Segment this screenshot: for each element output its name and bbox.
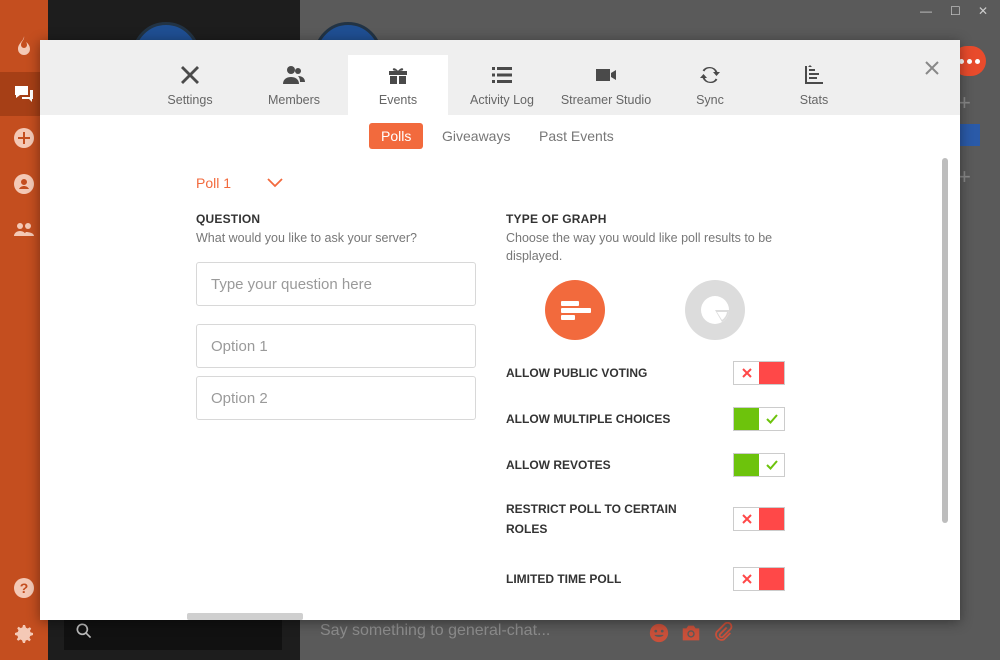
horizontal-scrollbar-thumb[interactable] [187, 613, 303, 620]
camera-icon[interactable] [680, 622, 702, 644]
stats-icon [805, 65, 823, 84]
subtab-polls[interactable]: Polls [369, 123, 424, 149]
settings-gear-icon[interactable] [8, 618, 40, 650]
subtab-past-events[interactable]: Past Events [527, 123, 626, 149]
poll-dropdown-value: Poll 1 [196, 175, 232, 191]
poll-dropdown[interactable]: Poll 1 [196, 175, 283, 191]
sync-user-icon[interactable] [8, 168, 40, 200]
question-title: QUESTION [196, 212, 261, 226]
option-label: RESTRICT POLL TO CERTAIN ROLES [506, 502, 677, 536]
tab-label: Sync [696, 93, 724, 107]
tab-activity-log[interactable]: Activity Log [452, 55, 552, 115]
public-voting-toggle[interactable] [733, 361, 785, 385]
tab-label: Members [267, 93, 321, 107]
tab-label: Settings [167, 93, 213, 107]
bar-graph-icon [561, 301, 591, 320]
x-icon [741, 368, 752, 378]
list-icon [492, 67, 512, 83]
tab-sync[interactable]: Sync [660, 55, 760, 115]
revotes-toggle[interactable] [733, 453, 785, 477]
graph-type-title: TYPE OF GRAPH [506, 212, 607, 226]
vertical-scrollbar-thumb[interactable] [942, 158, 948, 523]
option-label: ALLOW MULTIPLE CHOICES [506, 412, 671, 426]
subtab-giveaways[interactable]: Giveaways [430, 123, 522, 149]
tab-streamer-studio[interactable]: Streamer Studio [556, 55, 656, 115]
friends-icon[interactable] [8, 214, 40, 246]
chat-bubbles-icon[interactable] [8, 78, 40, 110]
option-label: ALLOW REVOTES [506, 458, 611, 472]
tab-label: Stats [799, 93, 829, 107]
gift-icon [389, 68, 407, 84]
pie-graph-icon [701, 296, 729, 324]
window-close-icon[interactable]: ✕ [978, 4, 988, 18]
restrict-roles-toggle[interactable] [733, 507, 785, 531]
blue-tag [958, 124, 980, 146]
svg-text:?: ? [20, 580, 29, 596]
server-settings-modal: Settings Members Events Activity Log Str… [40, 40, 960, 620]
x-icon [741, 574, 752, 584]
tab-events[interactable]: Events [348, 55, 448, 115]
close-modal-button[interactable] [922, 58, 942, 78]
multiple-choices-toggle[interactable] [733, 407, 785, 431]
check-icon [765, 460, 778, 470]
option-label: LIMITED TIME POLL [506, 572, 622, 586]
option-label: ALLOW PUBLIC VOTING [506, 366, 648, 380]
help-icon[interactable]: ? [8, 572, 40, 604]
check-icon [765, 414, 778, 424]
tab-label: Activity Log [470, 93, 534, 107]
option-1-input[interactable] [196, 324, 476, 368]
bar-graph-button[interactable] [545, 280, 605, 340]
tab-stats[interactable]: Stats [764, 55, 864, 115]
sync-icon [700, 66, 720, 84]
x-icon [741, 514, 752, 524]
emoji-icon[interactable] [648, 622, 670, 644]
chat-input[interactable]: Say something to general-chat... [320, 622, 550, 640]
tools-icon [181, 66, 199, 84]
flame-logo-icon[interactable] [8, 30, 40, 62]
minimize-icon[interactable]: — [920, 4, 932, 18]
tab-members[interactable]: Members [244, 55, 344, 115]
attachment-icon[interactable] [712, 622, 734, 644]
add-server-icon[interactable] [8, 122, 40, 154]
pie-graph-button[interactable] [685, 280, 745, 340]
members-icon [283, 66, 305, 84]
chevron-down-icon [267, 178, 283, 188]
close-icon [925, 61, 939, 75]
question-input[interactable] [196, 262, 476, 306]
graph-type-subtitle: Choose the way you would like poll resul… [506, 231, 773, 263]
search-icon [76, 623, 92, 639]
maximize-icon[interactable]: ☐ [950, 4, 961, 18]
video-camera-icon [596, 69, 616, 81]
option-2-input[interactable] [196, 376, 476, 420]
limited-time-toggle[interactable] [733, 567, 785, 591]
chat-actions [648, 622, 734, 644]
tab-label: Events [378, 93, 418, 107]
tab-bar: Settings Members Events Activity Log Str… [40, 40, 960, 115]
question-subtitle: What would you like to ask your server? [196, 231, 417, 245]
tab-settings[interactable]: Settings [140, 55, 240, 115]
tab-label: Streamer Studio [560, 93, 652, 107]
